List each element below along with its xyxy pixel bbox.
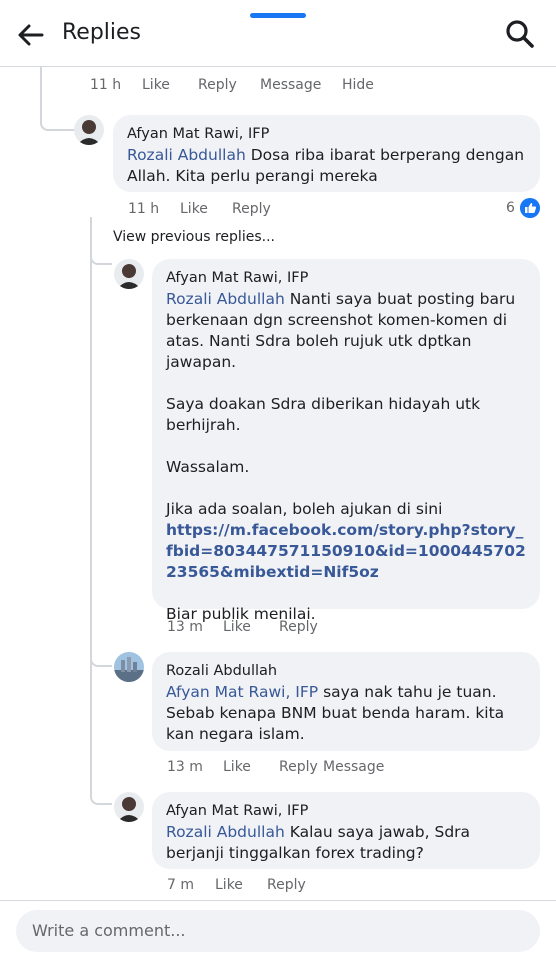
reply-text: Afyan Mat Rawi, IFP saya nak tahu je tua…: [166, 682, 526, 745]
like-button[interactable]: Like: [180, 201, 232, 217]
comment-input-placeholder: Write a comment...: [32, 921, 186, 940]
reply-paragraph: Wassalam.: [166, 458, 250, 476]
hide-button[interactable]: Hide: [342, 77, 374, 93]
reply-actions: 13 m Like Reply Message: [167, 759, 384, 775]
avatar[interactable]: [114, 652, 144, 682]
reply-author[interactable]: Rozali Abdullah: [166, 661, 526, 682]
avatar[interactable]: [114, 259, 144, 289]
comment-input[interactable]: Write a comment...: [16, 910, 540, 952]
mention-link[interactable]: Afyan Mat Rawi, IFP: [166, 683, 318, 701]
mention-link[interactable]: Rozali Abdullah: [166, 823, 285, 841]
reply-author[interactable]: Afyan Mat Rawi, IFP: [166, 268, 526, 289]
reply-button[interactable]: Reply: [198, 77, 260, 93]
thumbs-up-icon[interactable]: [520, 198, 540, 218]
comment-actions: 11 h Like Reply: [128, 201, 271, 217]
reply-text: Rozali Abdullah Nanti saya buat posting …: [166, 289, 526, 625]
like-button[interactable]: Like: [223, 759, 279, 775]
reply-button[interactable]: Reply: [279, 619, 318, 635]
reply-button[interactable]: Reply: [279, 759, 323, 775]
message-button[interactable]: Message: [260, 77, 342, 93]
comment-author[interactable]: Afyan Mat Rawi, IFP: [127, 124, 526, 145]
avatar[interactable]: [74, 115, 104, 145]
reply-bubble: Afyan Mat Rawi, IFP Rozali Abdullah Nant…: [152, 259, 540, 623]
reply-author[interactable]: Afyan Mat Rawi, IFP: [166, 801, 526, 822]
reply-paragraph: Jika ada soalan, boleh ajukan di sini: [166, 500, 443, 518]
thread-connector: [90, 647, 112, 667]
story-link[interactable]: https://m.facebook.com/story.php?story_f…: [166, 520, 526, 583]
comment-time: 11 h: [90, 77, 122, 93]
reply-paragraph: Saya doakan Sdra diberikan hidayah utk b…: [166, 395, 481, 434]
like-button[interactable]: Like: [142, 77, 198, 93]
avatar[interactable]: [114, 792, 144, 822]
thread-connector: [90, 785, 112, 805]
top-bar: Replies: [0, 0, 556, 67]
reply-button[interactable]: Reply: [232, 201, 271, 217]
reply-time: 7 m: [167, 877, 194, 893]
reply-actions: 13 m Like Reply: [167, 619, 318, 635]
back-arrow-icon[interactable]: [14, 18, 48, 52]
reply-actions: 7 m Like Reply: [167, 877, 306, 893]
comment-bubble: Afyan Mat Rawi, IFP Rozali Abdullah Dosa…: [113, 115, 540, 192]
thread-connector: [40, 67, 78, 131]
reply-button[interactable]: Reply: [267, 877, 306, 893]
comment-composer-bar: Write a comment...: [0, 900, 556, 961]
previous-comment-actions: 11 h Like Reply Message Hide: [90, 77, 374, 93]
reply-bubble: Rozali Abdullah Afyan Mat Rawi, IFP saya…: [152, 652, 540, 751]
reaction-count[interactable]: 6: [506, 200, 515, 216]
comment-time: 11 h: [128, 201, 160, 217]
reply-time: 13 m: [167, 619, 203, 635]
like-button[interactable]: Like: [223, 619, 279, 635]
message-button[interactable]: Message: [323, 759, 384, 775]
thread-connector: [90, 245, 112, 265]
thread-line: [90, 217, 92, 797]
reply-time: 13 m: [167, 759, 203, 775]
search-icon[interactable]: [504, 18, 536, 50]
page-title: Replies: [62, 20, 142, 45]
reply-text: Rozali Abdullah Kalau saya jawab, Sdra b…: [166, 822, 526, 864]
drag-handle[interactable]: [250, 13, 306, 18]
mention-link[interactable]: Rozali Abdullah: [166, 290, 285, 308]
reply-bubble: Afyan Mat Rawi, IFP Rozali Abdullah Kala…: [152, 792, 540, 869]
mention-link[interactable]: Rozali Abdullah: [127, 146, 246, 164]
comment-text: Rozali Abdullah Dosa riba ibarat berpera…: [127, 145, 526, 187]
view-previous-replies-link[interactable]: View previous replies...: [113, 229, 275, 245]
like-button[interactable]: Like: [215, 877, 267, 893]
replies-thread: 11 h Like Reply Message Hide Afyan Mat R…: [0, 67, 556, 899]
